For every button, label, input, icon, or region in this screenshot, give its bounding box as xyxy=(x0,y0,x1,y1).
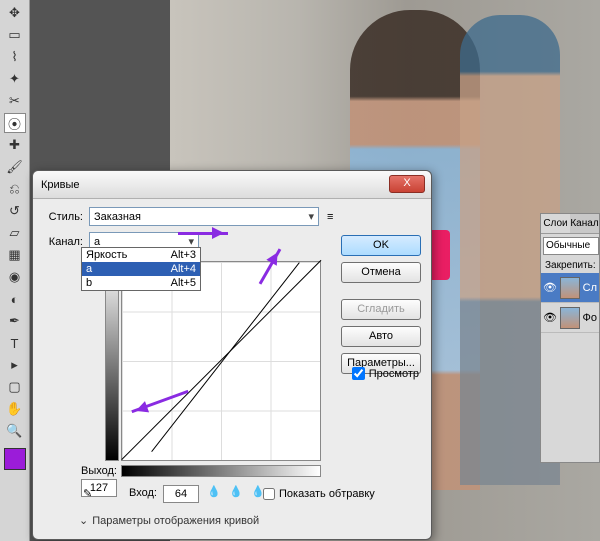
style-label: Стиль: xyxy=(41,211,83,223)
curves-dialog: Кривые X Стиль: Заказная ≡ Канал: a Ярко… xyxy=(32,170,432,540)
channel-option[interactable]: ЯркостьAlt+3 xyxy=(82,248,200,262)
layer-row[interactable]: 👁 Сл xyxy=(541,273,599,303)
cancel-button[interactable]: Отмена xyxy=(341,262,421,283)
channel-label: Канал: xyxy=(41,236,83,248)
shape-tool-icon[interactable]: ▢ xyxy=(4,377,26,397)
curve-graph[interactable] xyxy=(121,261,321,461)
input-field[interactable]: 64 xyxy=(163,485,199,503)
close-icon[interactable]: X xyxy=(389,175,425,193)
path-tool-icon[interactable]: ▸ xyxy=(4,355,26,375)
brush-tool-icon[interactable]: 🖌 xyxy=(4,157,26,177)
eyedropper-tool-icon[interactable]: ⦿ xyxy=(4,113,26,133)
gradient-tool-icon[interactable]: ▦ xyxy=(4,245,26,265)
foreground-color-swatch[interactable] xyxy=(4,448,26,470)
dialog-titlebar[interactable]: Кривые X xyxy=(33,171,431,199)
black-point-icon[interactable]: 💧 xyxy=(207,485,223,501)
type-tool-icon[interactable]: T xyxy=(4,333,26,353)
lasso-tool-icon[interactable]: ⌇ xyxy=(4,47,26,67)
crop-tool-icon[interactable]: ✂ xyxy=(4,91,26,111)
marquee-tool-icon[interactable]: ▭ xyxy=(4,25,26,45)
pen-tool-icon[interactable]: ✒ xyxy=(4,311,26,331)
gray-point-icon[interactable]: 💧 xyxy=(229,485,245,501)
show-clipping-label: Показать обтравку xyxy=(279,488,375,500)
channel-option[interactable]: bAlt+5 xyxy=(82,276,200,290)
move-tool-icon[interactable]: ✥ xyxy=(4,3,26,23)
layers-panel: Слои Канал Обычные Закрепить: 👁 Сл 👁 Фо xyxy=(540,213,600,463)
layer-name: Фо xyxy=(583,312,597,324)
sampler-icon[interactable]: ✎ xyxy=(83,487,92,500)
preview-checkbox[interactable] xyxy=(352,367,365,380)
stamp-tool-icon[interactable]: ⎌ xyxy=(4,179,26,199)
preset-menu-icon[interactable]: ≡ xyxy=(327,211,333,223)
visibility-icon[interactable]: 👁 xyxy=(543,311,557,324)
channel-dropdown[interactable]: ЯркостьAlt+3 aAlt+4 bAlt+5 xyxy=(81,247,201,291)
history-brush-icon[interactable]: ↺ xyxy=(4,201,26,221)
chevron-down-icon: ⌄ xyxy=(79,514,88,527)
tab-layers[interactable]: Слои xyxy=(541,214,570,233)
output-label: Выход: xyxy=(81,465,117,477)
annotation-arrow xyxy=(178,232,228,235)
channel-option[interactable]: aAlt+4 xyxy=(82,262,200,276)
layer-thumb xyxy=(560,277,580,299)
preview-label: Просмотр xyxy=(369,368,419,380)
heal-tool-icon[interactable]: ✚ xyxy=(4,135,26,155)
input-label: Вход: xyxy=(129,487,157,499)
curve-display-expand[interactable]: ⌄ Параметры отображения кривой xyxy=(79,514,259,527)
smooth-button[interactable]: Сгладить xyxy=(341,299,421,320)
tab-channels[interactable]: Канал xyxy=(570,214,599,233)
layer-thumb xyxy=(560,307,580,329)
visibility-icon[interactable]: 👁 xyxy=(543,281,557,294)
dodge-tool-icon[interactable]: ◐ xyxy=(4,289,26,309)
dialog-title: Кривые xyxy=(41,179,80,191)
toolbox: ✥ ▭ ⌇ ✦ ✂ ⦿ ✚ 🖌 ⎌ ↺ ▱ ▦ ◉ ◐ ✒ T ▸ ▢ ✋ 🔍 xyxy=(0,0,30,541)
auto-button[interactable]: Авто xyxy=(341,326,421,347)
hand-tool-icon[interactable]: ✋ xyxy=(4,399,26,419)
zoom-tool-icon[interactable]: 🔍 xyxy=(4,421,26,441)
style-select[interactable]: Заказная xyxy=(89,207,319,226)
ok-button[interactable]: OK xyxy=(341,235,421,256)
eraser-tool-icon[interactable]: ▱ xyxy=(4,223,26,243)
blend-mode-select[interactable]: Обычные xyxy=(543,237,599,255)
layer-name: Сл xyxy=(583,282,597,294)
show-clipping-checkbox[interactable] xyxy=(263,488,275,500)
lock-label: Закрепить: xyxy=(541,258,599,273)
output-gradient xyxy=(105,261,119,461)
wand-tool-icon[interactable]: ✦ xyxy=(4,69,26,89)
blur-tool-icon[interactable]: ◉ xyxy=(4,267,26,287)
layer-row[interactable]: 👁 Фо xyxy=(541,303,599,333)
input-gradient xyxy=(121,465,321,477)
